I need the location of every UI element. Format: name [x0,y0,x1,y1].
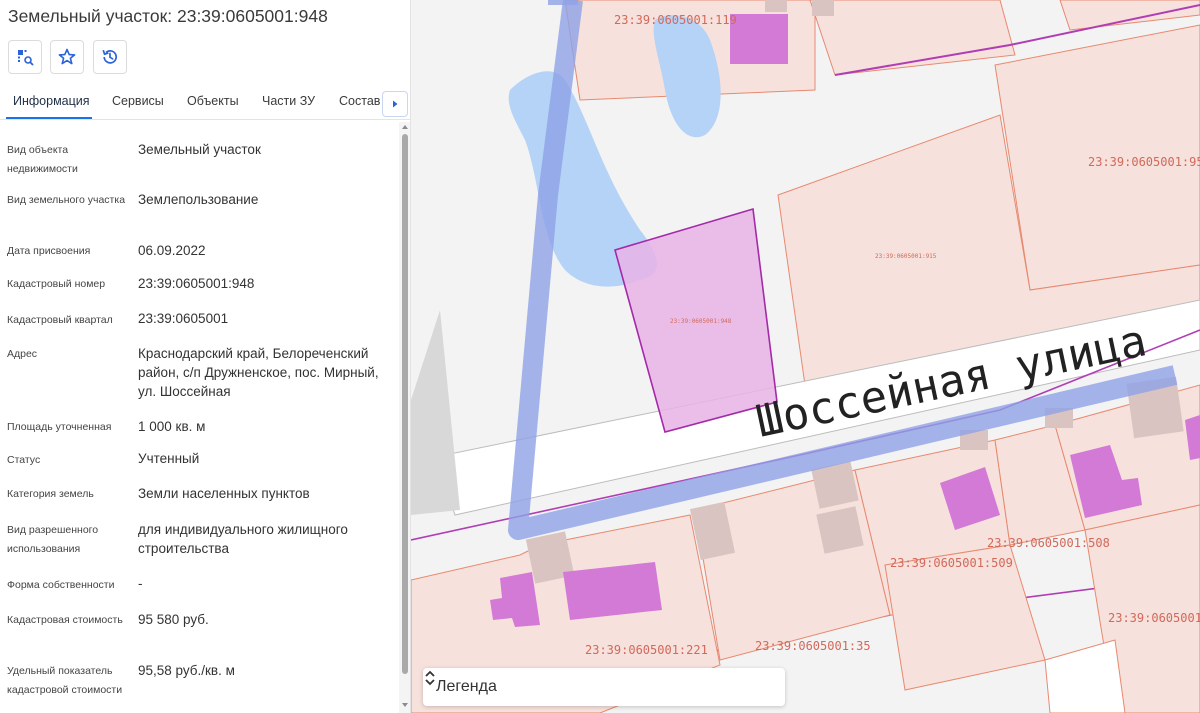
tab-services[interactable]: Сервисы [112,94,164,108]
info-panel: Земельный участок: 23:39:0605001:948 Инф… [0,0,411,713]
row-label-cadastral-value: Кадастровая стоимость [7,614,123,626]
row-label-cadastral-number: Кадастровый номер [7,278,106,290]
tabs-scroll-right-button[interactable] [382,91,408,117]
row-value-permitted-use: для индивидуального жилищного строительс… [138,522,348,556]
parcel-label-915: 23:39:0605001:915 [875,253,937,260]
history-icon [102,49,118,64]
scroll-up-arrow-icon[interactable] [400,122,410,132]
row-value-cadastral-number: 23:39:0605001:948 [138,276,255,291]
legend-dropdown[interactable]: Легенда [423,668,785,706]
row-value-cadastral-value: 95 580 руб. [138,612,209,627]
history-button[interactable] [93,40,127,74]
panel-title: Земельный участок: 23:39:0605001:948 [8,6,328,26]
tab-objects[interactable]: Объекты [187,94,239,108]
building-shadow-top [765,0,787,12]
row-label-area: Площадь уточненная [7,421,112,433]
building-221 [563,562,662,620]
row-value-ownership: - [138,576,143,591]
row-value-specific-value: 95,58 руб./кв. м [138,663,235,678]
parcel-label-508: 23:39:0605001:508 [987,536,1110,550]
panel-scrollbar-thumb[interactable] [402,134,408,674]
scroll-down-arrow-icon[interactable] [400,700,410,710]
row-value-date: 06.09.2022 [138,243,206,258]
row-value-object-type: Земельный участок [138,142,261,157]
building-top [730,14,788,64]
row-label-land-category: Категория земель [7,488,94,500]
row-label-ownership: Форма собственности [7,579,115,591]
parcel-label-948: 23:39:0605001:948 [670,318,732,325]
row-value-cadastral-quarter: 23:39:0605001 [138,311,229,326]
parcel-label-35: 23:39:0605001:35 [755,639,871,653]
map-view[interactable]: Шоссейная улица 23:39:0605001:119 23:39:… [411,0,1200,713]
map-locate-icon [18,50,34,66]
chevron-updown-icon [425,670,435,686]
row-value-address: Краснодарский край, Белореченский район,… [138,346,379,399]
caret-right-icon [393,100,398,108]
star-icon [58,48,76,65]
row-value-land-category: Земли населенных пунктов [138,486,310,501]
row-label-object-type: Вид объекта недвижимости [7,144,78,175]
row-label-parcel-type: Вид земельного участка [7,194,126,206]
legend-label: Легенда [436,678,497,695]
row-value-parcel-type: Землепользование [138,192,259,207]
favorite-button[interactable] [50,40,84,74]
parcel-label-119: 23:39:0605001:119 [614,13,737,27]
locate-on-map-button[interactable] [8,40,42,74]
tab-bar: Информация Сервисы Объекты Части ЗУ Сост… [0,84,410,120]
parcel-label-95: 23:39:0605001:95 [1088,155,1200,169]
attributes-list: Вид объекта недвижимости Земельный участ… [0,121,398,713]
row-label-status: Статус [7,454,41,466]
row-label-cadastral-quarter: Кадастровый квартал [7,314,113,326]
row-value-area: 1 000 кв. м [138,419,206,434]
parcel-label-509: 23:39:0605001:509 [890,556,1013,570]
active-tab-indicator [6,117,92,119]
row-label-specific-value: Удельный показатель кадастровой стоимост… [7,665,123,696]
building-shadow-top-2 [812,0,834,16]
tab-composition[interactable]: Состав [339,94,380,108]
map-canvas[interactable]: Шоссейная улица 23:39:0605001:119 23:39:… [411,0,1200,713]
tab-info[interactable]: Информация [13,94,90,108]
row-label-date: Дата присвоения [7,245,91,257]
row-label-address: Адрес [7,348,38,360]
row-label-permitted-use: Вид разрешенного использования [7,524,99,555]
parcel-label-221: 23:39:0605001:221 [585,643,708,657]
tab-parts[interactable]: Части ЗУ [262,94,315,108]
row-value-status: Учтенный [138,451,200,466]
parcel-label-18: 23:39:0605001:18 [1108,611,1200,625]
